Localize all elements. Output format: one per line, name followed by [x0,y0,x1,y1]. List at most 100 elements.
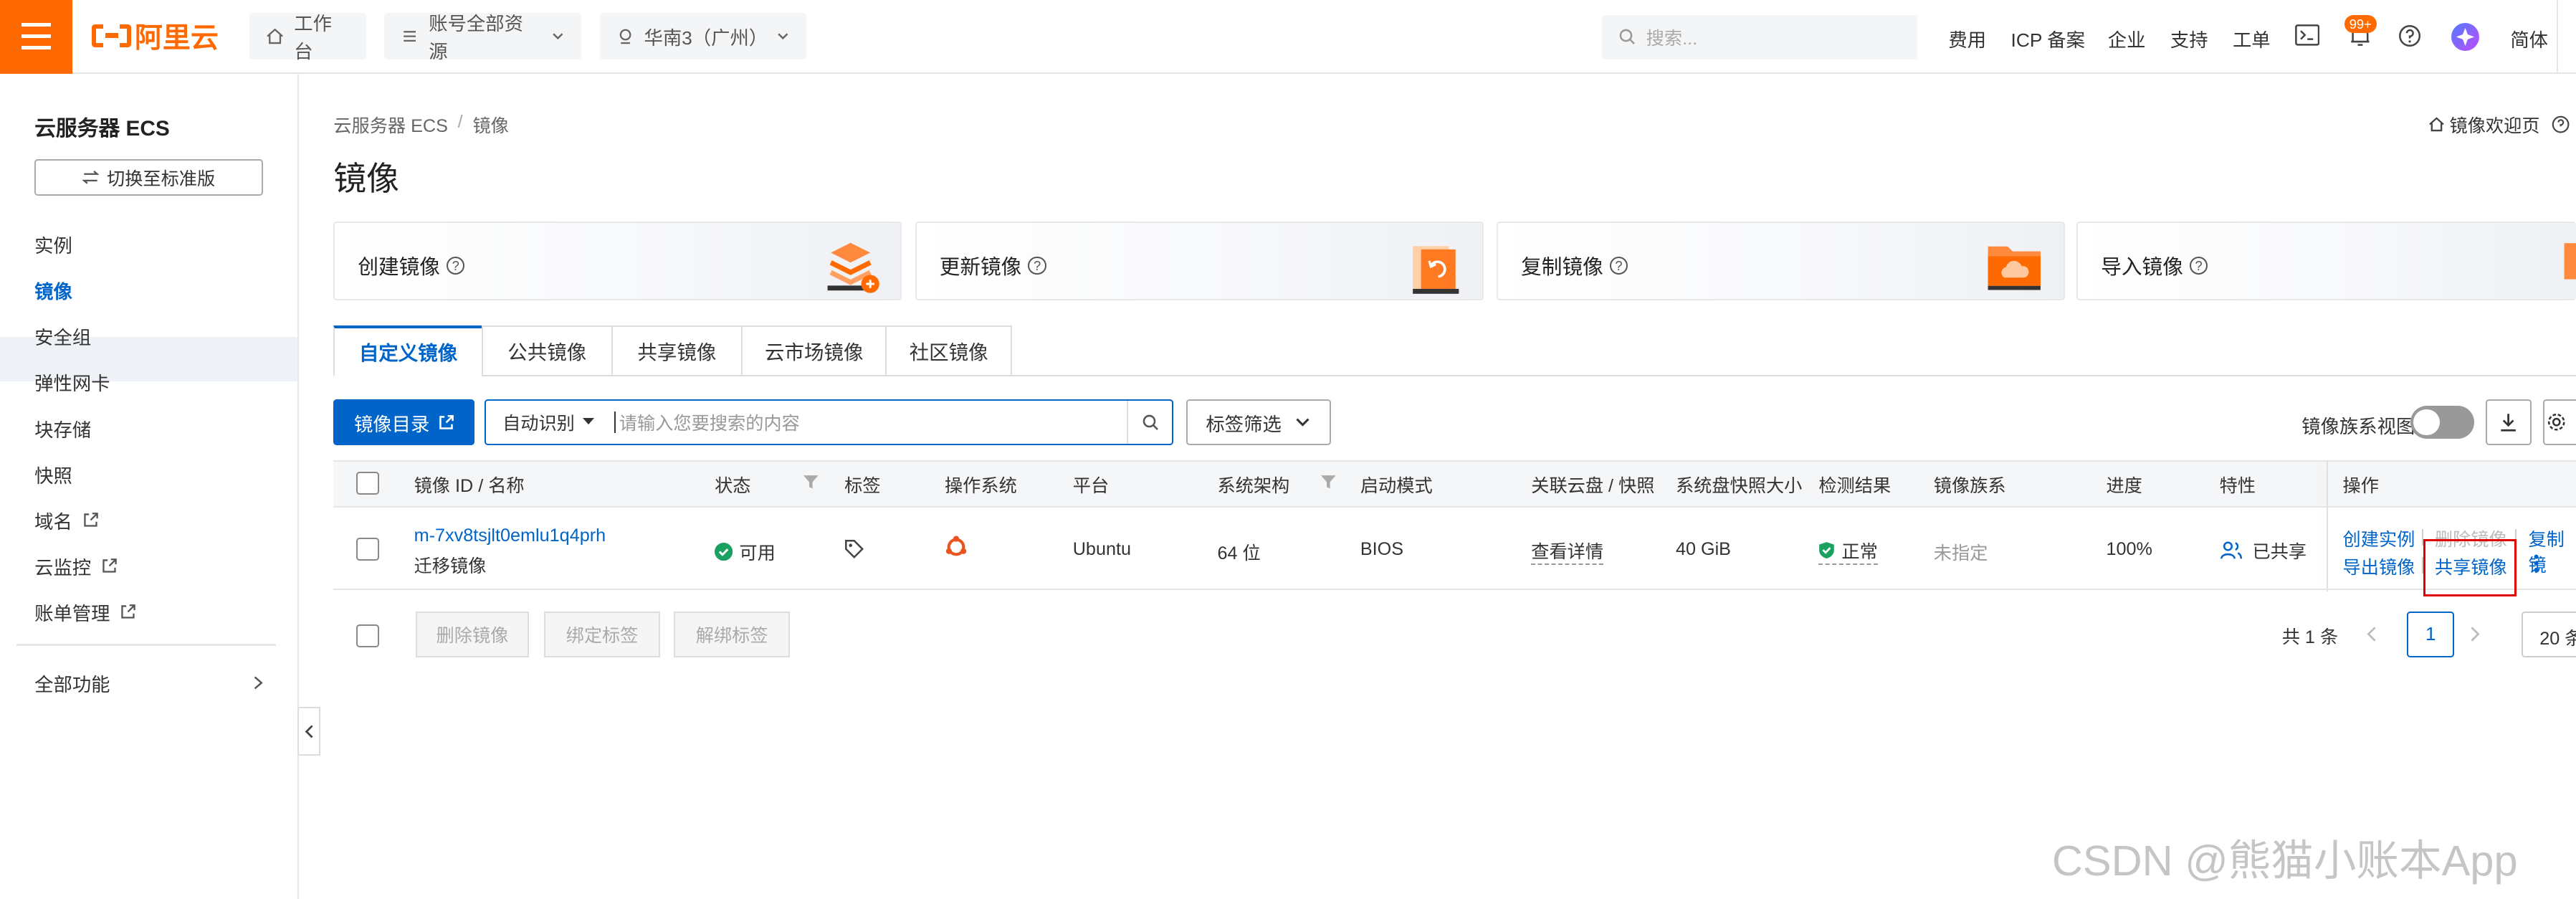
workbench-button[interactable]: 工作台 [249,13,367,62]
image-search-input[interactable]: 请输入您要搜索的内容 [614,407,1107,437]
sidebar-item-billing[interactable]: 账单管理 [34,598,136,626]
create-image-card[interactable]: 创建镜像? [333,222,902,301]
cloud-folder-icon [1988,246,2041,290]
aliyun-logo-icon [92,23,132,49]
import-image-card[interactable]: 导入镜像? [2076,222,2576,301]
tab-custom-images[interactable]: 自定义镜像 [333,325,483,376]
download-button[interactable] [2485,399,2532,446]
switch-standard-button[interactable]: 切换至标准版 [34,159,263,196]
nav-ticket[interactable]: 工单 [2233,24,2271,52]
search-icon[interactable] [1142,414,1160,432]
breadcrumb-root[interactable]: 云服务器 ECS [333,112,448,138]
question-icon: ? [2190,257,2208,275]
filter-mode-select[interactable]: 自动识别 [486,401,608,444]
sidebar-item-images[interactable]: 镜像 [34,276,72,304]
tab-shared-images[interactable]: 共享镜像 [611,325,743,376]
external-link-icon [83,513,98,527]
divider [16,644,277,646]
menu-icon[interactable] [0,0,72,75]
header-platform: 平台 [1072,475,1110,496]
sidebar-item-cloud-monitor[interactable]: 云监控 [34,552,118,580]
footer-select-all-checkbox[interactable] [356,624,380,648]
header-boot-mode: 启动模式 [1360,475,1433,496]
chevron-left-icon [305,724,313,738]
view-details-link[interactable]: 查看详情 [1531,538,1604,565]
header-snapshot-size: 系统盘快照大小 [1675,475,1803,496]
select-all-checkbox[interactable] [356,471,380,495]
progress-value: 100% [2106,538,2152,559]
header-features: 特性 [2219,475,2256,496]
global-search-input[interactable]: 搜索... [1601,14,1917,60]
nav-enterprise[interactable]: 企业 [2108,24,2146,52]
page-number-1[interactable]: 1 [2406,611,2455,657]
tag-icon[interactable] [844,539,864,559]
tab-community-images[interactable]: 社区镜像 [885,325,1012,376]
divider [1127,400,1129,444]
search-icon [1619,29,1635,44]
sidebar-item-block-storage[interactable]: 块存储 [34,414,91,442]
sidebar-item-domain[interactable]: 域名 [34,506,98,534]
more-icon[interactable] [2533,553,2539,574]
arch-value: 64 位 [1217,543,1261,563]
next-page-icon[interactable] [2469,626,2481,642]
sidebar-item-eni[interactable]: 弹性网卡 [34,368,110,396]
image-catalog-button[interactable]: 镜像目录 [333,399,475,446]
help-icon[interactable] [2398,24,2421,47]
nav-billing[interactable]: 费用 [1948,24,1986,52]
header-status: 状态 [715,475,751,496]
export-image-link[interactable]: 导出镜像 [2343,553,2415,579]
welcome-page-link[interactable]: 镜像欢迎页 [2428,112,2570,138]
row-checkbox[interactable] [356,537,380,561]
family-view-toggle[interactable] [2410,406,2474,439]
notification-badge: 99+ [2344,14,2377,33]
resource-selector[interactable]: 账号全部资源 [384,13,582,62]
sidebar-item-security-groups[interactable]: 安全组 [34,322,91,350]
shield-check-icon [1819,542,1835,558]
nav-support[interactable]: 支持 [2170,24,2208,52]
region-selector[interactable]: 华南3（广州） [599,13,807,60]
breadcrumb: 云服务器 ECS / 镜像 [333,111,509,138]
header-actions: 操作 [2342,475,2379,496]
sidebar: 云服务器 ECS 切换至标准版 实例 镜像 安全组 弹性网卡 块存储 快照 域名… [0,74,300,899]
terminal-icon[interactable] [2295,24,2320,47]
header-image-family: 镜像族系 [1933,475,2006,496]
create-instance-link[interactable]: 创建实例 [2343,525,2415,551]
location-icon [619,29,631,44]
bind-tag-button[interactable]: 绑定标签 [543,611,661,657]
tab-marketplace-images[interactable]: 云市场镜像 [740,325,887,376]
filter-icon[interactable] [1320,475,1336,490]
status-badge: 可用 [715,539,776,565]
check-result[interactable]: 正常 [1818,538,1878,565]
sidebar-item-snapshots[interactable]: 快照 [34,460,72,488]
filter-icon[interactable] [803,475,819,490]
sidebar-all-features[interactable]: 全部功能 [34,669,264,697]
tag-filter-button[interactable]: 标签筛选 [1186,399,1331,446]
layers-icon [827,242,880,293]
chevron-down-icon [778,33,788,40]
sidebar-collapse-button[interactable] [297,706,320,756]
shared-feature: 已共享 [2220,538,2307,563]
page-title: 镜像 [333,161,399,198]
settings-button[interactable] [2543,399,2576,446]
chevron-right-icon [254,676,263,690]
language-switch[interactable]: 简体 [2510,24,2548,52]
prev-page-icon[interactable] [2366,626,2377,642]
batch-delete-button[interactable]: 删除镜像 [415,611,530,657]
image-id-link[interactable]: m-7xv8tsjlt0emlu1q4prh [414,525,606,546]
update-image-card[interactable]: 更新镜像? [915,222,1484,301]
sidebar-title: 云服务器 ECS [34,116,170,141]
swap-icon [82,171,99,184]
home-icon [267,28,284,44]
external-link-icon [439,414,454,429]
list-icon [404,30,416,42]
tab-public-images[interactable]: 公共镜像 [481,325,613,376]
nav-icp[interactable]: ICP 备案 [2011,24,2085,52]
page-size-select[interactable]: 20 条 [2522,611,2576,657]
unbind-tag-button[interactable]: 解绑标签 [673,611,791,657]
users-icon [2220,541,2242,559]
header-id-name: 镜像 ID / 名称 [414,475,525,496]
copy-image-card[interactable]: 复制镜像? [1497,222,2066,301]
avatar-icon[interactable] [2451,23,2479,52]
aliyun-logo[interactable]: 阿里云 [92,20,219,54]
sidebar-item-instances[interactable]: 实例 [34,230,72,258]
